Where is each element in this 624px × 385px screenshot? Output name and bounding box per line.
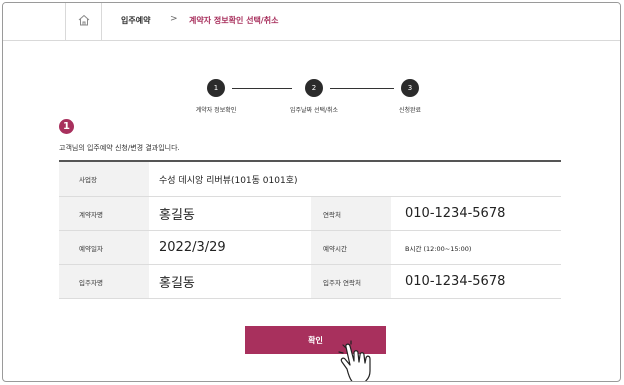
home-button[interactable]: [65, 3, 102, 40]
table-row: 사업장 수성 데시앙 리버뷰(101동 0101호): [59, 162, 561, 197]
step-2-label: 입주날짜 선택/취소: [289, 107, 339, 114]
time-label: 예약시간: [311, 231, 391, 264]
step-3-circle: 3: [401, 79, 419, 97]
resident-contact-label: 입주자 연락처: [311, 265, 391, 298]
resident-contact-value: 010-1234-5678: [405, 274, 506, 289]
home-icon: [77, 12, 91, 31]
step-1-circle: 1: [207, 79, 225, 97]
breadcrumb-item-reservation[interactable]: 입주예약: [121, 15, 150, 26]
step-indicator: 1 2 3 계약자 정보확인 입주날짜 선택/취소 신청완료: [3, 79, 620, 119]
step-connector-1: [232, 88, 292, 89]
resident-label: 입주자명: [59, 265, 149, 298]
breadcrumb-item-current: 계약자 정보확인 선택/취소: [189, 16, 279, 25]
table-row: 예약일자 2022/3/29 예약시간 B시간 (12:00~15:00): [59, 231, 561, 265]
date-value: 2022/3/29: [159, 240, 226, 255]
hand-pointer-icon: [333, 339, 383, 381]
step-3-label: 신청완료: [398, 107, 422, 114]
step-1-label: 계약자 정보확인: [195, 107, 237, 114]
contact-value: 010-1234-5678: [405, 206, 506, 221]
site-label: 사업장: [59, 162, 149, 196]
contractor-value: 홍길동: [159, 208, 195, 223]
page-frame: 입주예약 > 계약자 정보확인 선택/취소 1 2 3 계약자 정보확인 입주날…: [2, 2, 621, 382]
table-row: 입주자명 홍길동 입주자 연락처 010-1234-5678: [59, 265, 561, 299]
callout-badge: 1: [59, 119, 74, 134]
resident-value: 홍길동: [159, 276, 195, 291]
contact-label: 연락처: [311, 197, 391, 230]
date-label: 예약일자: [59, 231, 149, 264]
contractor-label: 계약자명: [59, 197, 149, 230]
step-connector-2: [330, 88, 394, 89]
step-2-circle: 2: [305, 79, 323, 97]
table-row: 계약자명 홍길동 연락처 010-1234-5678: [59, 197, 561, 231]
result-intro-text: 고객님의 입주예약 신청/변경 결과입니다.: [59, 144, 180, 152]
reservation-result-table: 사업장 수성 데시앙 리버뷰(101동 0101호) 계약자명 홍길동 연락처 …: [59, 160, 561, 299]
breadcrumb-separator: >: [170, 14, 178, 24]
breadcrumb: 입주예약 > 계약자 정보확인 선택/취소: [3, 3, 620, 41]
time-value: B시간 (12:00~15:00): [405, 244, 472, 253]
site-value: 수성 데시앙 리버뷰(101동 0101호): [159, 175, 298, 186]
